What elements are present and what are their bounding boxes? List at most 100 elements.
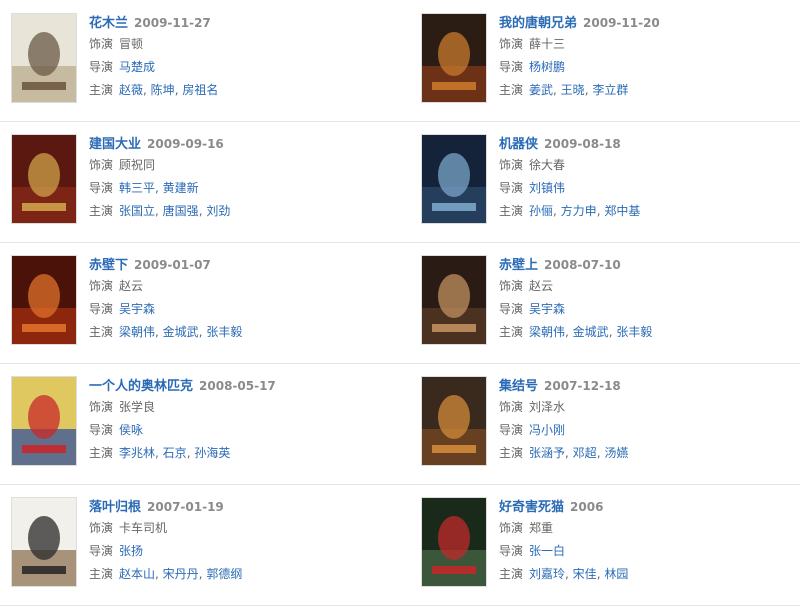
movie-title-link[interactable]: 好奇害死猫 [499, 500, 564, 515]
cast-member-link[interactable]: 宋佳 [573, 567, 597, 581]
cast-member-link[interactable]: 张丰毅 [616, 325, 652, 339]
director-line: 导演 侯咏 [89, 419, 389, 442]
director-link[interactable]: 侯咏 [119, 423, 143, 437]
movie-info: 建国大业 2009-09-16 饰演 顾祝同 导演 韩三平, 黄建新 主演 张国立, 唐国强,… [89, 134, 389, 223]
cast-member-link[interactable]: 张丰毅 [206, 325, 242, 339]
poster-thumbnail[interactable] [11, 13, 77, 103]
movie-title-link[interactable]: 集结号 [499, 379, 538, 394]
movie-info: 我的唐朝兄弟 2009-11-20 饰演 薛十三 导演 杨树鹏 主演 姜武, 王晓, 李立群 [499, 13, 799, 102]
cast-member-link[interactable]: 宋丹丹 [163, 567, 199, 581]
role-value: 郑重 [529, 521, 554, 535]
poster-image [422, 377, 486, 465]
cast-member-link[interactable]: 王晓 [561, 83, 585, 97]
release-date: 2009-11-27 [134, 16, 211, 30]
director-label: 导演 [89, 60, 114, 74]
cast-member-link[interactable]: 李立群 [592, 83, 628, 97]
director-line: 导演 吴宇森 [89, 298, 389, 321]
cast-member-link[interactable]: 金城武 [163, 325, 199, 339]
movie-title-link[interactable]: 建国大业 [89, 137, 141, 152]
cast-separator: , [155, 204, 163, 218]
cast-member-link[interactable]: 方力申 [561, 204, 597, 218]
movie-card: 一个人的奥林匹克 2008-05-17 饰演 张学良 导演 侯咏 主演 李兆林, 石京, 孙海… [0, 363, 390, 484]
movie-title-link[interactable]: 赤壁下 [89, 258, 128, 273]
release-date: 2009-01-07 [134, 258, 211, 272]
poster-image [422, 498, 486, 586]
cast-separator: , [155, 567, 163, 581]
director-link[interactable]: 张一白 [529, 544, 565, 558]
cast-separator: , [553, 204, 561, 218]
cast-member-link[interactable]: 梁朝伟 [529, 325, 565, 339]
cast-member-link[interactable]: 张涵予 [529, 446, 565, 460]
cast-member-link[interactable]: 孙海英 [194, 446, 230, 460]
cast-label: 主演 [89, 83, 114, 97]
poster-thumbnail[interactable] [421, 497, 487, 587]
cast-member-link[interactable]: 陈坤 [151, 83, 175, 97]
cast-member-link[interactable]: 梁朝伟 [119, 325, 155, 339]
poster-thumbnail[interactable] [11, 255, 77, 345]
poster-thumbnail[interactable] [421, 376, 487, 466]
director-link[interactable]: 刘镇伟 [529, 181, 565, 195]
role-line: 饰演 郑重 [499, 517, 799, 540]
director-link[interactable]: 韩三平, 黄建新 [119, 181, 199, 195]
cast-separator: , [565, 446, 573, 460]
cast-label: 主演 [89, 325, 114, 339]
director-link[interactable]: 吴宇森 [119, 302, 155, 316]
cast-member-link[interactable]: 赵薇 [119, 83, 143, 97]
movie-title-link[interactable]: 我的唐朝兄弟 [499, 16, 577, 31]
movie-card: 花木兰 2009-11-27 饰演 冒顿 导演 马楚成 主演 赵薇, 陈坤, 房祖名 [0, 0, 390, 121]
role-line: 饰演 张学良 [89, 396, 389, 419]
poster-thumbnail[interactable] [421, 255, 487, 345]
poster-thumbnail[interactable] [421, 134, 487, 224]
cast-member-link[interactable]: 汤嬿 [604, 446, 628, 460]
director-link[interactable]: 张扬 [119, 544, 143, 558]
poster-image [422, 135, 486, 223]
movie-title-link[interactable]: 赤壁上 [499, 258, 538, 273]
poster-image [12, 498, 76, 586]
release-date: 2009-11-20 [583, 16, 660, 30]
cast-member-link[interactable]: 金城武 [573, 325, 609, 339]
movie-title-link[interactable]: 落叶归根 [89, 500, 141, 515]
movie-card: 我的唐朝兄弟 2009-11-20 饰演 薛十三 导演 杨树鹏 主演 姜武, 王晓, 李立群 [410, 0, 800, 121]
poster-thumbnail[interactable] [11, 497, 77, 587]
poster-thumbnail[interactable] [11, 134, 77, 224]
cast-member-link[interactable]: 林园 [604, 567, 628, 581]
movie-title-link[interactable]: 花木兰 [89, 16, 128, 31]
role-value: 刘泽水 [529, 400, 566, 414]
director-link[interactable]: 马楚成 [119, 60, 155, 74]
cast-member-link[interactable]: 郑中基 [604, 204, 640, 218]
director-link[interactable]: 吴宇森 [529, 302, 565, 316]
director-link[interactable]: 杨树鹏 [529, 60, 565, 74]
cast-member-link[interactable]: 石京 [163, 446, 187, 460]
cast-member-link[interactable]: 李兆林 [119, 446, 155, 460]
cast-member-link[interactable]: 郭德纲 [206, 567, 242, 581]
director-line: 导演 吴宇森 [499, 298, 799, 321]
cast-line: 主演 刘嘉玲, 宋佳, 林园 [499, 563, 799, 586]
release-date: 2008-07-10 [544, 258, 621, 272]
director-link[interactable]: 冯小刚 [529, 423, 565, 437]
cast-member-link[interactable]: 唐国强 [163, 204, 199, 218]
cast-member-link[interactable]: 刘嘉玲 [529, 567, 565, 581]
cast-member-link[interactable]: 姜武 [529, 83, 553, 97]
movie-card: 赤壁下 2009-01-07 饰演 赵云 导演 吴宇森 主演 梁朝伟, 金城武, 张丰毅 [0, 242, 390, 363]
role-line: 饰演 薛十三 [499, 33, 799, 56]
movie-info: 花木兰 2009-11-27 饰演 冒顿 导演 马楚成 主演 赵薇, 陈坤, 房祖名 [89, 13, 389, 102]
movie-card: 集结号 2007-12-18 饰演 刘泽水 导演 冯小刚 主演 张涵予, 邓超, 汤嬿 [410, 363, 800, 484]
role-value: 冒顿 [119, 37, 144, 51]
poster-thumbnail[interactable] [421, 13, 487, 103]
cast-label: 主演 [89, 567, 114, 581]
cast-member-link[interactable]: 刘劲 [206, 204, 230, 218]
director-label: 导演 [499, 302, 524, 316]
cast-line: 主演 梁朝伟, 金城武, 张丰毅 [499, 321, 799, 344]
cast-member-link[interactable]: 张国立 [119, 204, 155, 218]
cast-member-link[interactable]: 房祖名 [182, 83, 218, 97]
role-value: 赵云 [529, 279, 554, 293]
movie-title-link[interactable]: 机器侠 [499, 137, 538, 152]
movie-title-link[interactable]: 一个人的奥林匹克 [89, 379, 193, 394]
poster-thumbnail[interactable] [11, 376, 77, 466]
cast-label: 主演 [499, 446, 524, 460]
cast-member-link[interactable]: 赵本山 [119, 567, 155, 581]
movie-row: 建国大业 2009-09-16 饰演 顾祝同 导演 韩三平, 黄建新 主演 张国立, 唐国强,… [0, 121, 800, 243]
cast-member-link[interactable]: 邓超 [573, 446, 597, 460]
release-date: 2008-05-17 [199, 379, 276, 393]
cast-member-link[interactable]: 孙俪 [529, 204, 553, 218]
